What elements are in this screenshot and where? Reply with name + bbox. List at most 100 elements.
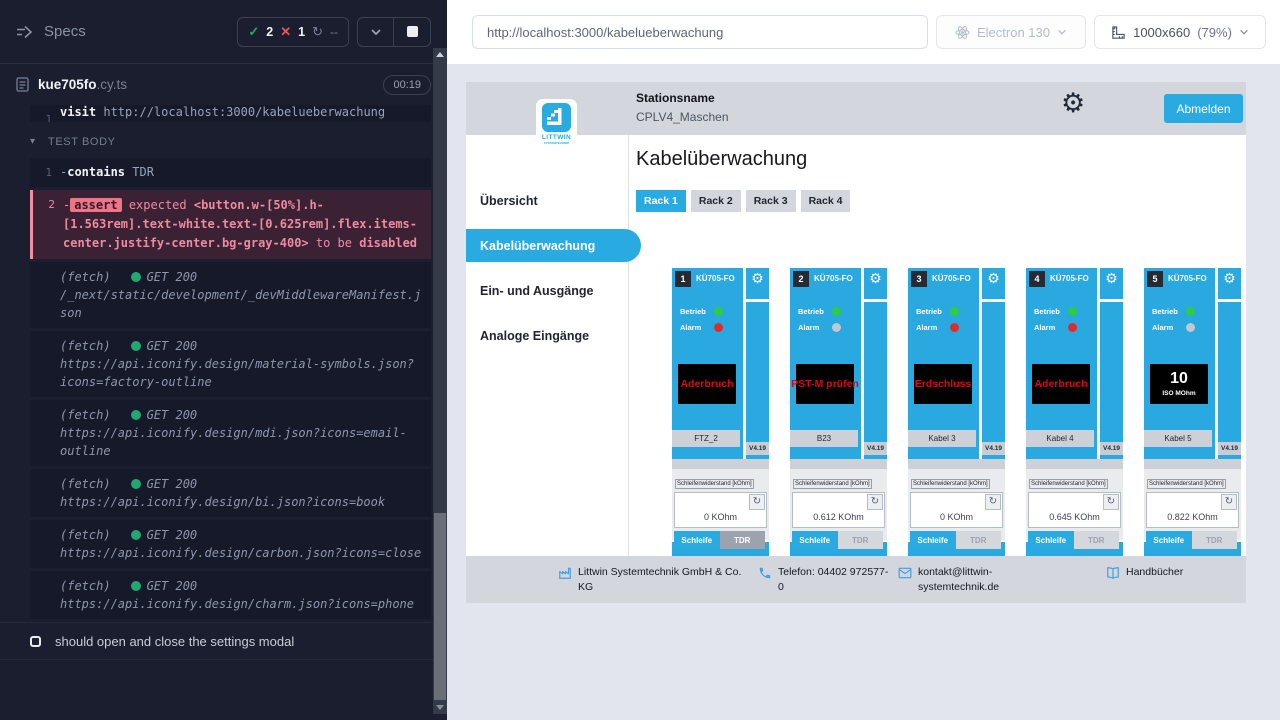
tdr-button[interactable]: TDR: [720, 531, 766, 549]
scroll-up-arrow[interactable]: [436, 52, 444, 57]
tdr-button[interactable]: TDR: [1192, 531, 1238, 549]
fetch-log-entry[interactable]: (fetch) GET 200 /_next/static/developmen…: [30, 262, 431, 328]
fetch-log-entry[interactable]: (fetch) GET 200 https://api.iconify.desi…: [30, 469, 431, 517]
book-icon: [1106, 566, 1120, 580]
settings-gear-icon[interactable]: ⚙: [1061, 90, 1085, 117]
schleife-button[interactable]: Schleife: [1028, 531, 1074, 549]
app-footer: Littwin Systemtechnik GmbH & Co. KG Tele…: [466, 556, 1246, 603]
refresh-icon[interactable]: ↻: [985, 494, 1001, 510]
card-settings-gear-icon[interactable]: ⚙: [1223, 271, 1236, 285]
runner-scrollbar[interactable]: [433, 48, 447, 714]
fetch-status: GET 200: [147, 406, 198, 424]
fetch-log-entry[interactable]: (fetch) GET 200 https://api.iconify.desi…: [30, 400, 431, 466]
device-card: 2 KÜ705-FO Betrieb Alarm PST-M prüfen B2…: [790, 268, 887, 582]
logout-button[interactable]: Abmelden: [1164, 94, 1243, 123]
footer-manuals-link[interactable]: Handbücher: [1106, 565, 1183, 580]
app-main: Kabelüberwachung Rack 1 Rack 2 Rack 3 Ra…: [629, 135, 1246, 603]
rack-tab[interactable]: Rack 2: [691, 190, 741, 212]
betrieb-label: Betrieb: [680, 307, 708, 316]
status-error-text: Erdschluss: [915, 378, 972, 390]
firmware-version: V4.19: [1218, 442, 1241, 455]
spec-file-row[interactable]: kue705fo.cy.ts 00:19: [0, 64, 447, 105]
status-display: Aderbruch: [1032, 364, 1090, 404]
app-sidebar: Übersicht Kabelüberwachung Ein- und Ausg…: [466, 135, 629, 603]
tdr-button[interactable]: TDR: [1074, 531, 1120, 549]
refresh-icon[interactable]: ↻: [1103, 494, 1119, 510]
viewport-select[interactable]: 1000x660 (79%): [1094, 15, 1266, 49]
card-model-label: KÜ705-FO: [1168, 274, 1207, 283]
measurement-panel: Schleifenwiderstand [kOhm] ↻ 0 KOhm Schl…: [908, 469, 1005, 540]
station-name-label: Stationsname: [636, 91, 715, 105]
specs-label: Specs: [44, 23, 86, 40]
fetch-log-list: (fetch) GET 200 /_next/static/developmen…: [0, 262, 447, 619]
cable-name: Kabel 4: [1026, 430, 1094, 447]
test-body-section-header[interactable]: ▾ TEST BODY: [48, 134, 431, 150]
next-test-row[interactable]: should open and close the settings modal: [0, 622, 447, 660]
status-ok-dot: [131, 479, 141, 489]
fetch-log-entry[interactable]: (fetch) GET 200 https://api.iconify.desi…: [30, 331, 431, 397]
littwin-logo: LITTWIN SYSTEMTECHNIK: [536, 99, 577, 160]
measurement-label: Schleifenwiderstand [kOhm]: [911, 479, 990, 489]
chevron-down-icon: [1057, 27, 1067, 37]
viewport-size-label: 1000x660: [1133, 25, 1190, 40]
betrieb-led: [714, 307, 723, 316]
card-settings-gear-icon[interactable]: ⚙: [751, 271, 764, 285]
rack-tab[interactable]: Rack 3: [746, 190, 796, 212]
card-settings-gear-icon[interactable]: ⚙: [1105, 271, 1118, 285]
fetch-status: GET 200: [147, 268, 198, 286]
status-ok-dot: [131, 341, 141, 351]
schleife-button[interactable]: Schleife: [674, 531, 720, 549]
measurement-panel: Schleifenwiderstand [kOhm] ↻ 0.822 KOhm …: [1144, 469, 1241, 540]
card-settings-gear-icon[interactable]: ⚙: [869, 271, 882, 285]
alarm-label: Alarm: [916, 323, 944, 332]
url-input[interactable]: [472, 15, 928, 49]
littwin-logo-icon: [542, 103, 571, 132]
measurement-panel: Schleifenwiderstand [kOhm] ↻ 0 KOhm Schl…: [672, 469, 769, 540]
sidebar-item[interactable]: Kabelüberwachung: [466, 229, 641, 262]
log-command-assert-failed[interactable]: 2 -assert expected <button.w-[50%].h-[1.…: [30, 190, 431, 259]
card-number-badge: 1: [675, 271, 691, 287]
refresh-icon[interactable]: ↻: [1221, 494, 1237, 510]
card-settings-gear-icon[interactable]: ⚙: [987, 271, 1000, 285]
command-log: 1 visit http://localhost:3000/kabelueber…: [0, 105, 447, 619]
failed-count: 1: [298, 25, 305, 39]
tdr-button[interactable]: TDR: [956, 531, 1002, 549]
measurement-panel: Schleifenwiderstand [kOhm] ↻ 0.612 KOhm …: [790, 469, 887, 540]
stop-button[interactable]: [394, 18, 430, 46]
cable-name: B23: [790, 430, 858, 447]
alarm-led: [832, 323, 841, 332]
log-command-visit[interactable]: 1 visit http://localhost:3000/kabelueber…: [30, 105, 431, 122]
measurement-box: ↻ 0.822 KOhm: [1146, 492, 1239, 528]
scrollbar-thumb[interactable]: [434, 513, 446, 700]
measurement-label: Schleifenwiderstand [kOhm]: [793, 479, 872, 489]
refresh-icon[interactable]: ↻: [867, 494, 883, 510]
refresh-icon[interactable]: ↻: [749, 494, 765, 510]
sidebar-item[interactable]: Übersicht: [466, 184, 628, 217]
card-number-badge: 2: [793, 271, 809, 287]
rack-tab[interactable]: Rack 4: [801, 190, 851, 212]
specs-title[interactable]: Specs: [16, 23, 86, 40]
schleife-button[interactable]: Schleife: [1146, 531, 1192, 549]
fetch-tag: (fetch): [60, 577, 111, 595]
email-icon: [898, 566, 912, 595]
fetch-url: https://api.iconify.design/mdi.json?icon…: [60, 424, 423, 460]
fetch-url: https://api.iconify.design/carbon.json?i…: [60, 544, 423, 562]
card-model-label: KÜ705-FO: [696, 274, 735, 283]
rack-tab[interactable]: Rack 1: [636, 190, 686, 212]
sidebar-item[interactable]: Ein- und Ausgänge: [466, 274, 628, 307]
status-ok-dot: [131, 272, 141, 282]
tdr-button[interactable]: TDR: [838, 531, 884, 549]
scroll-down-arrow[interactable]: [436, 705, 444, 710]
status-error-text: PST-M prüfen: [791, 378, 859, 390]
card-number-badge: 4: [1029, 271, 1045, 287]
browser-select[interactable]: Electron 130: [936, 15, 1086, 49]
schleife-button[interactable]: Schleife: [910, 531, 956, 549]
schleife-button[interactable]: Schleife: [792, 531, 838, 549]
sidebar-item[interactable]: Analoge Eingänge: [466, 319, 628, 352]
device-card: 3 KÜ705-FO Betrieb Alarm Erdschluss Kabe…: [908, 268, 1005, 582]
fetch-log-entry[interactable]: (fetch) GET 200 https://api.iconify.desi…: [30, 571, 431, 619]
log-command-contains[interactable]: 1 -contains TDR: [30, 158, 431, 187]
fetch-log-entry[interactable]: (fetch) GET 200 https://api.iconify.desi…: [30, 520, 431, 568]
collapse-chevron-button[interactable]: [358, 18, 394, 46]
fetch-url: https://api.iconify.design/bi.json?icons…: [60, 493, 423, 511]
